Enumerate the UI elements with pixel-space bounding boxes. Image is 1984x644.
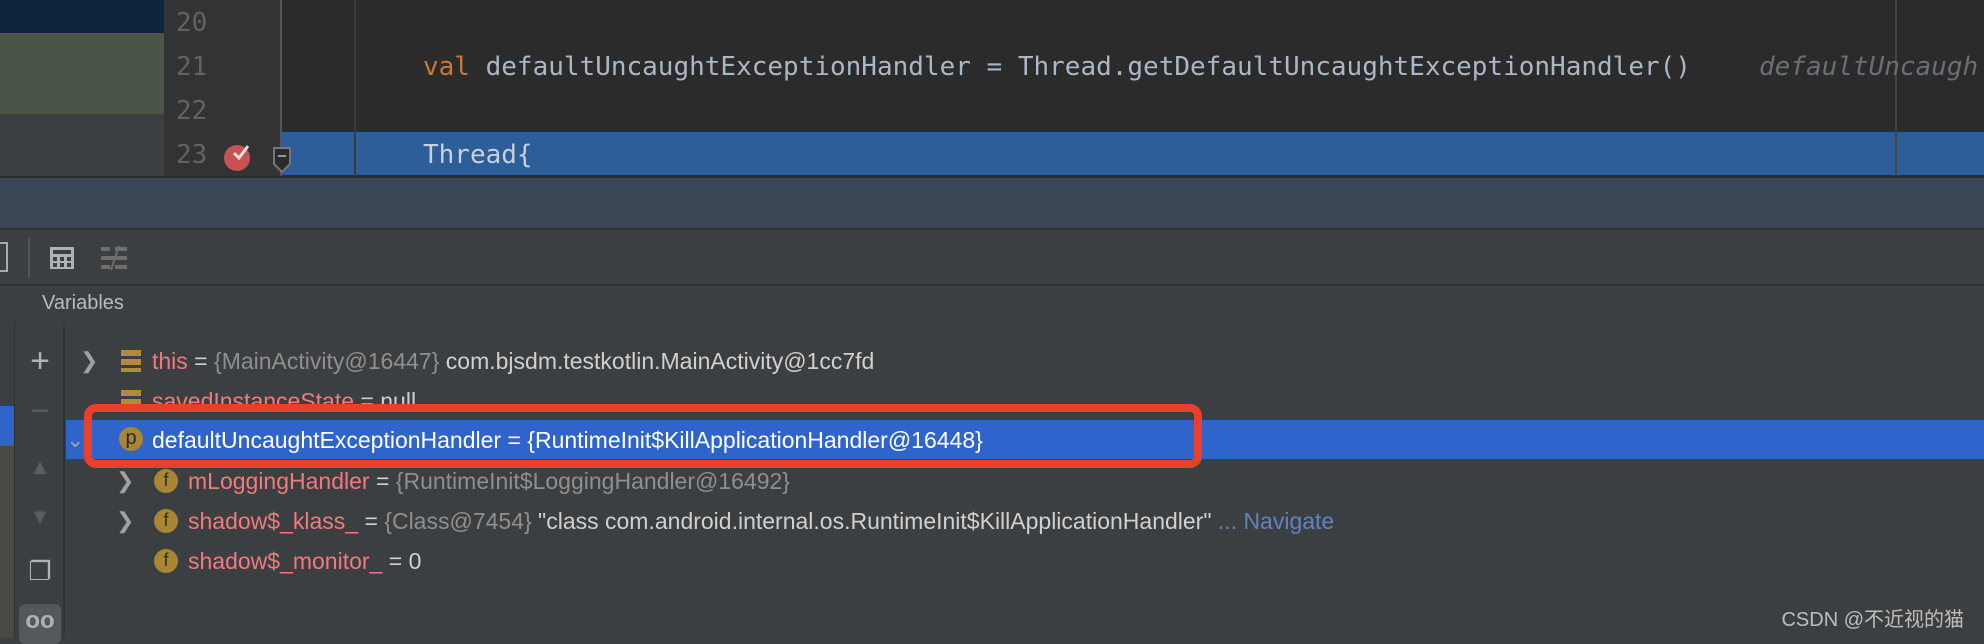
- current-line-highlight: [281, 132, 1984, 175]
- variables-header: Variables: [0, 284, 1984, 322]
- project-panel-selection: [0, 0, 164, 33]
- down-icon[interactable]: ▼: [23, 500, 57, 534]
- watch-icon[interactable]: oo: [19, 604, 61, 644]
- variable-row[interactable]: f shadow$_monitor_ = 0: [66, 541, 1984, 581]
- equals: =: [382, 548, 409, 574]
- frames-panel-edge: [0, 322, 15, 638]
- variable-value: "class com.android.internal.os.RuntimeIn…: [531, 508, 1212, 534]
- variable-type: {RuntimeInit$LoggingHandler@16492}: [395, 468, 790, 494]
- debug-tab-bar: [0, 176, 1984, 228]
- line-number: 22: [176, 96, 208, 126]
- variable-row[interactable]: ❯ f shadow$_klass_ = {Class@7454} "class…: [66, 501, 1984, 541]
- breakpoint-icon[interactable]: [222, 138, 258, 172]
- debug-toolbar: [0, 228, 1984, 284]
- inline-debug-hint: defaultUncaugh: [1759, 52, 1979, 82]
- frame-list: [0, 446, 14, 638]
- field-icon: f: [154, 549, 178, 573]
- field-icon: f: [154, 469, 178, 493]
- remove-icon[interactable]: −: [23, 394, 57, 428]
- code-line: val defaultUncaughtExceptionHandler = Th…: [423, 45, 1691, 89]
- fold-icon[interactable]: [272, 146, 292, 174]
- watermark: CSDN @不近视的猫: [1781, 609, 1964, 631]
- chevron-right-icon[interactable]: ❯: [80, 341, 98, 381]
- variable-row[interactable]: ❯ this = {MainActivity@16447} com.bjsdm.…: [66, 341, 1984, 381]
- variable-type: {Class@7454}: [384, 508, 532, 534]
- field-icon: f: [154, 509, 178, 533]
- trace-icon[interactable]: [101, 246, 127, 270]
- project-panel-item: [0, 33, 164, 114]
- add-icon[interactable]: +: [23, 344, 57, 378]
- equals: =: [358, 508, 385, 534]
- variables-tool-column: + − ▲ ▼ ❐ oo: [15, 322, 65, 644]
- variable-name: mLoggingHandler: [188, 468, 370, 494]
- variable-type: {MainActivity@16447}: [214, 348, 440, 374]
- copy-icon[interactable]: ❐: [23, 554, 57, 588]
- navigate-link[interactable]: ... Navigate: [1212, 508, 1334, 534]
- variable-name: this: [152, 348, 188, 374]
- equals: =: [187, 348, 215, 374]
- code-text: defaultUncaughtExceptionHandler = Thread…: [469, 52, 1691, 82]
- line-number: 23: [176, 140, 208, 170]
- equals: =: [369, 468, 396, 494]
- up-icon[interactable]: ▲: [23, 450, 57, 484]
- calculator-icon[interactable]: [49, 246, 75, 270]
- highlight-annotation-box: [84, 404, 1202, 468]
- variable-name: shadow$_monitor_: [188, 548, 383, 574]
- chevron-right-icon[interactable]: ❯: [116, 501, 134, 541]
- variable-value: 0: [408, 548, 422, 574]
- chevron-down-icon[interactable]: ⌄: [66, 420, 84, 460]
- variable-icon: [121, 350, 141, 372]
- code-line: Thread{: [423, 140, 533, 170]
- variable-name: shadow$_klass_: [188, 508, 359, 534]
- keyword: val: [423, 52, 470, 82]
- variable-value: com.bjsdm.testkotlin.MainActivity@1cc7fd: [439, 348, 875, 374]
- indent-guide: [354, 0, 356, 176]
- frame-selection: [0, 406, 14, 446]
- line-number: 21: [176, 52, 208, 82]
- partial-icon: [0, 242, 8, 272]
- variables-title: Variables: [42, 292, 124, 314]
- toolbar-separator: [28, 238, 30, 278]
- line-number: 20: [176, 8, 208, 38]
